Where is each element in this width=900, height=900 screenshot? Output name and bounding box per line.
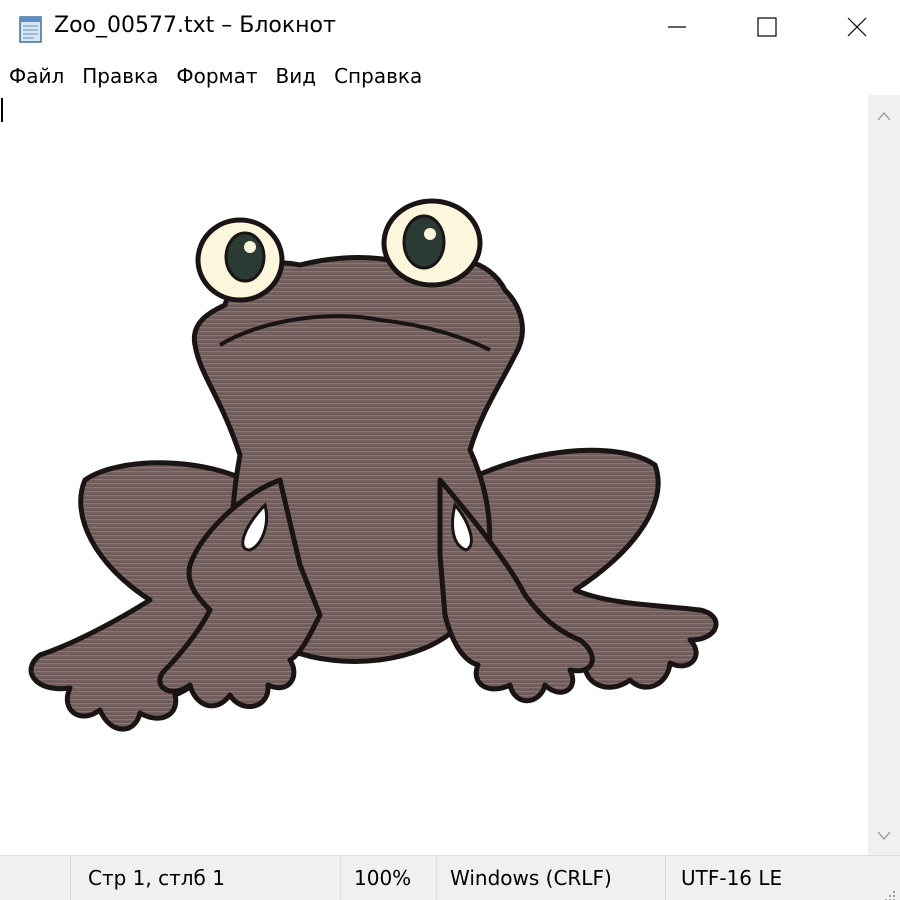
chevron-up-icon [877, 106, 891, 125]
scroll-down-button[interactable] [868, 815, 900, 855]
menu-file[interactable]: Файл [0, 58, 73, 95]
resize-grip-icon[interactable] [882, 883, 896, 900]
text-editor-area[interactable] [0, 95, 868, 855]
close-icon [847, 17, 867, 41]
status-cursor-position: Стр 1, стлб 1 [88, 866, 225, 890]
title-bar[interactable]: Zoo_00577.txt – Блокнот [0, 0, 900, 58]
status-line-endings: Windows (CRLF) [450, 866, 612, 890]
menu-format[interactable]: Формат [167, 58, 266, 95]
status-divider [70, 856, 71, 900]
maximize-icon [757, 17, 777, 41]
status-zoom: 100% [354, 866, 412, 890]
menu-view[interactable]: Вид [267, 58, 326, 95]
window-title: Zoo_00577.txt – Блокнот [54, 13, 336, 38]
status-divider [665, 856, 666, 900]
vertical-scrollbar[interactable] [868, 95, 900, 855]
close-button[interactable] [812, 0, 900, 58]
scroll-up-button[interactable] [868, 95, 900, 135]
status-divider [340, 856, 341, 900]
chevron-down-icon [877, 826, 891, 845]
status-bar: Стр 1, стлб 1 100% Windows (CRLF) UTF-16… [0, 855, 900, 900]
menu-help[interactable]: Справка [325, 58, 431, 95]
notepad-window: Zoo_00577.txt – Блокнот Файл Правка Форм… [0, 0, 900, 900]
menu-bar: Файл Правка Формат Вид Справка [0, 58, 900, 95]
maximize-button[interactable] [722, 0, 812, 58]
menu-edit[interactable]: Правка [73, 58, 167, 95]
frog-ascii-art [28, 198, 719, 732]
status-encoding: UTF-16 LE [681, 866, 783, 890]
notepad-icon[interactable] [17, 14, 45, 44]
minimize-icon [667, 17, 687, 41]
minimize-button[interactable] [632, 0, 722, 58]
status-divider [436, 856, 437, 900]
